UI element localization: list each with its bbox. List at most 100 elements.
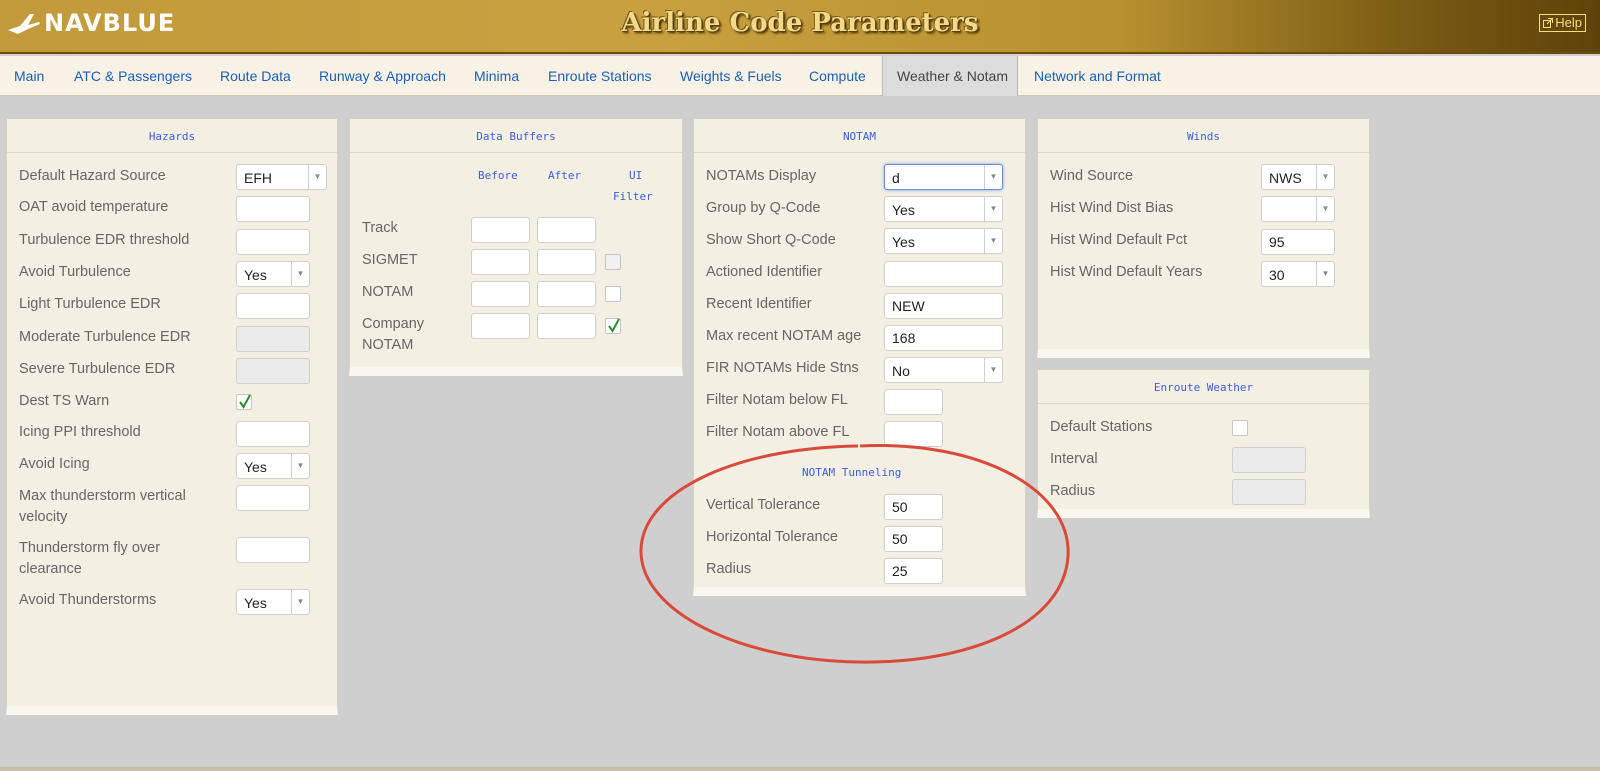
hist-wind-dist-bias-select[interactable]: ▼ <box>1261 196 1335 222</box>
notam-before-input[interactable] <box>471 281 530 307</box>
notams-display-label: NOTAMs Display <box>706 168 817 184</box>
filter-above-fl-label: Filter Notam above FL <box>706 424 850 440</box>
tab-enroute-stations[interactable]: Enroute Stations <box>534 56 666 96</box>
enroute-weather-title: Enroute Weather <box>1038 370 1369 404</box>
chevron-down-icon: ▼ <box>984 197 1002 221</box>
max-thunderstorm-vv-input[interactable] <box>236 485 310 511</box>
hist-wind-default-years-select[interactable]: 30 ▼ <box>1261 261 1335 287</box>
tunneling-radius-label: Radius <box>706 561 752 577</box>
max-thunderstorm-vv-label-2: velocity <box>19 509 68 525</box>
recent-identifier-input[interactable]: NEW <box>884 293 1003 319</box>
fir-notams-hide-stns-label: FIR NOTAMs Hide Stns <box>706 360 859 376</box>
severe-turbulence-edr-label: Severe Turbulence EDR <box>19 361 176 377</box>
tab-minima[interactable]: Minima <box>460 56 533 96</box>
company-notam-before-input[interactable] <box>471 313 530 339</box>
default-stations-label: Default Stations <box>1050 419 1153 435</box>
light-turbulence-edr-input[interactable] <box>236 293 310 319</box>
sigmet-label: SIGMET <box>362 252 418 268</box>
turbulence-edr-threshold-input[interactable] <box>236 229 310 255</box>
wind-source-select[interactable]: NWS ▼ <box>1261 164 1335 190</box>
hist-wind-default-pct-label: Hist Wind Default Pct <box>1050 232 1187 248</box>
notams-display-select[interactable]: d ▼ <box>884 164 1003 190</box>
enroute-radius-label: Radius <box>1050 483 1096 499</box>
default-stations-checkbox[interactable] <box>1232 420 1248 436</box>
avoid-icing-select[interactable]: Yes ▼ <box>236 453 310 479</box>
moderate-turbulence-edr-input <box>236 326 310 352</box>
sigmet-before-input[interactable] <box>471 249 530 275</box>
hazards-title: Hazards <box>7 119 337 153</box>
hist-wind-default-pct-input[interactable]: 95 <box>1261 229 1335 255</box>
fir-notams-hide-stns-select[interactable]: No ▼ <box>884 357 1003 383</box>
avoid-turbulence-label: Avoid Turbulence <box>19 264 131 280</box>
oat-avoid-temperature-input[interactable] <box>236 196 310 222</box>
hist-wind-default-years-value: 30 <box>1269 267 1285 283</box>
app-header: NAVBLUE Airline Code Parameters Help <box>0 0 1600 54</box>
actioned-identifier-label: Actioned Identifier <box>706 264 823 280</box>
page-footer-border <box>0 767 1600 771</box>
sigmet-ui-filter-checkbox[interactable] <box>605 254 621 270</box>
thunderstorm-fly-over-input[interactable] <box>236 537 310 563</box>
notam-ui-filter-checkbox[interactable] <box>605 286 621 302</box>
recent-identifier-label: Recent Identifier <box>706 296 812 312</box>
group-by-qcode-select[interactable]: Yes ▼ <box>884 196 1003 222</box>
thunderstorm-fly-over-label-1: Thunderstorm fly over <box>19 540 161 556</box>
logo-text: NAVBLUE <box>44 9 176 37</box>
icing-ppi-threshold-input[interactable] <box>236 421 310 447</box>
avoid-thunderstorms-label: Avoid Thunderstorms <box>19 592 157 608</box>
default-hazard-source-select[interactable]: EFH ▼ <box>236 164 327 190</box>
default-hazard-source-label: Default Hazard Source <box>19 168 166 184</box>
chevron-down-icon: ▼ <box>291 590 309 614</box>
moderate-turbulence-edr-label: Moderate Turbulence EDR <box>19 329 191 345</box>
chevron-down-icon: ▼ <box>1316 165 1334 189</box>
wind-source-label: Wind Source <box>1050 168 1134 184</box>
tab-compute[interactable]: Compute <box>795 56 880 96</box>
vertical-tolerance-input[interactable]: 50 <box>884 494 943 520</box>
avoid-turbulence-value: Yes <box>244 267 267 283</box>
track-before-input[interactable] <box>471 217 530 243</box>
avoid-icing-label: Avoid Icing <box>19 456 90 472</box>
notam-title: NOTAM <box>694 119 1025 153</box>
notam-panel: NOTAM NOTAMs Display d ▼ Group by Q-Code… <box>693 118 1026 596</box>
tab-network-format[interactable]: Network and Format <box>1020 56 1175 96</box>
dest-ts-warn-label: Dest TS Warn <box>19 393 110 409</box>
checkmark-icon <box>239 394 251 409</box>
tab-weights-fuels[interactable]: Weights & Fuels <box>666 56 796 96</box>
avoid-turbulence-select[interactable]: Yes ▼ <box>236 261 310 287</box>
actioned-identifier-input[interactable] <box>884 261 1003 287</box>
horizontal-tolerance-label: Horizontal Tolerance <box>706 529 838 545</box>
navblue-logo[interactable]: NAVBLUE <box>6 8 175 38</box>
checkmark-icon <box>608 318 620 333</box>
max-recent-notam-age-input[interactable]: 168 <box>884 325 1003 351</box>
show-short-qcode-select[interactable]: Yes ▼ <box>884 228 1003 254</box>
sigmet-after-input[interactable] <box>537 249 596 275</box>
company-notam-after-input[interactable] <box>537 313 596 339</box>
chevron-down-icon: ▼ <box>984 229 1002 253</box>
tab-runway-approach[interactable]: Runway & Approach <box>305 56 460 96</box>
interval-label: Interval <box>1050 451 1098 467</box>
track-after-input[interactable] <box>537 217 596 243</box>
chevron-down-icon: ▼ <box>291 262 309 286</box>
tunneling-radius-input[interactable]: 25 <box>884 558 943 584</box>
winds-title: Winds <box>1038 119 1369 153</box>
notams-display-value: d <box>892 170 900 186</box>
tab-main[interactable]: Main <box>0 56 58 96</box>
dest-ts-warn-checkbox[interactable] <box>236 394 252 410</box>
horizontal-tolerance-input[interactable]: 50 <box>884 526 943 552</box>
help-button[interactable]: Help <box>1539 14 1586 32</box>
tab-route-data[interactable]: Route Data <box>206 56 305 96</box>
tab-atc-passengers[interactable]: ATC & Passengers <box>60 56 206 96</box>
company-notam-label-2: NOTAM <box>362 337 414 353</box>
notam-after-input[interactable] <box>537 281 596 307</box>
avoid-thunderstorms-select[interactable]: Yes ▼ <box>236 589 310 615</box>
interval-input <box>1232 447 1306 473</box>
default-hazard-source-value: EFH <box>244 170 272 186</box>
chevron-down-icon: ▼ <box>984 165 1002 189</box>
filter-below-fl-label: Filter Notam below FL <box>706 392 848 408</box>
filter-below-fl-input[interactable] <box>884 389 943 415</box>
track-label: Track <box>362 220 398 236</box>
chevron-down-icon: ▼ <box>1316 262 1334 286</box>
filter-above-fl-input[interactable] <box>884 421 943 447</box>
tab-weather-notam[interactable]: Weather & Notam <box>882 56 1018 96</box>
company-notam-ui-filter-checkbox[interactable] <box>605 318 621 334</box>
hist-wind-dist-bias-label: Hist Wind Dist Bias <box>1050 200 1174 216</box>
